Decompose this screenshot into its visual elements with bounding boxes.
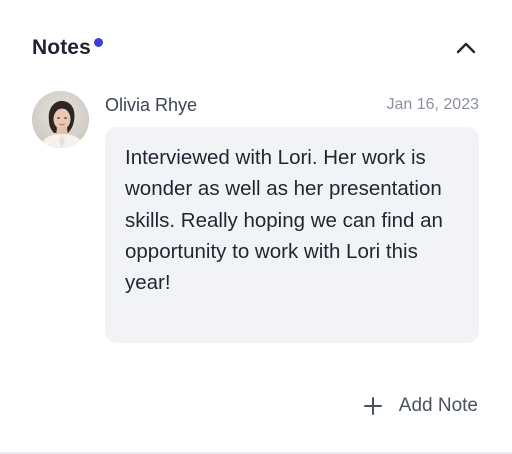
note-meta: Olivia Rhye Jan 16, 2023: [105, 93, 479, 117]
note-author: Olivia Rhye: [105, 95, 198, 115]
notes-title: Notes: [32, 36, 91, 59]
avatar-image: [32, 91, 89, 148]
add-note-button[interactable]: Add Note: [363, 393, 478, 419]
note-text: Interviewed with Lori. Her work is wonde…: [125, 146, 443, 295]
notes-title-wrap: Notes: [32, 34, 103, 62]
notes-panel: Notes Olivia Rhye Jan 16, 2023 Interview…: [0, 0, 512, 454]
unread-indicator-dot: [93, 38, 103, 47]
collapse-button[interactable]: [452, 34, 480, 62]
note-date: Jan 16, 2023: [386, 96, 479, 113]
avatar[interactable]: [32, 91, 89, 148]
add-note-label: Add Note: [398, 395, 478, 416]
notes-header: Notes: [32, 34, 480, 64]
note-bubble: Interviewed with Lori. Her work is wonde…: [105, 127, 479, 343]
chevron-up-icon: [456, 42, 476, 54]
plus-icon: [363, 396, 383, 416]
